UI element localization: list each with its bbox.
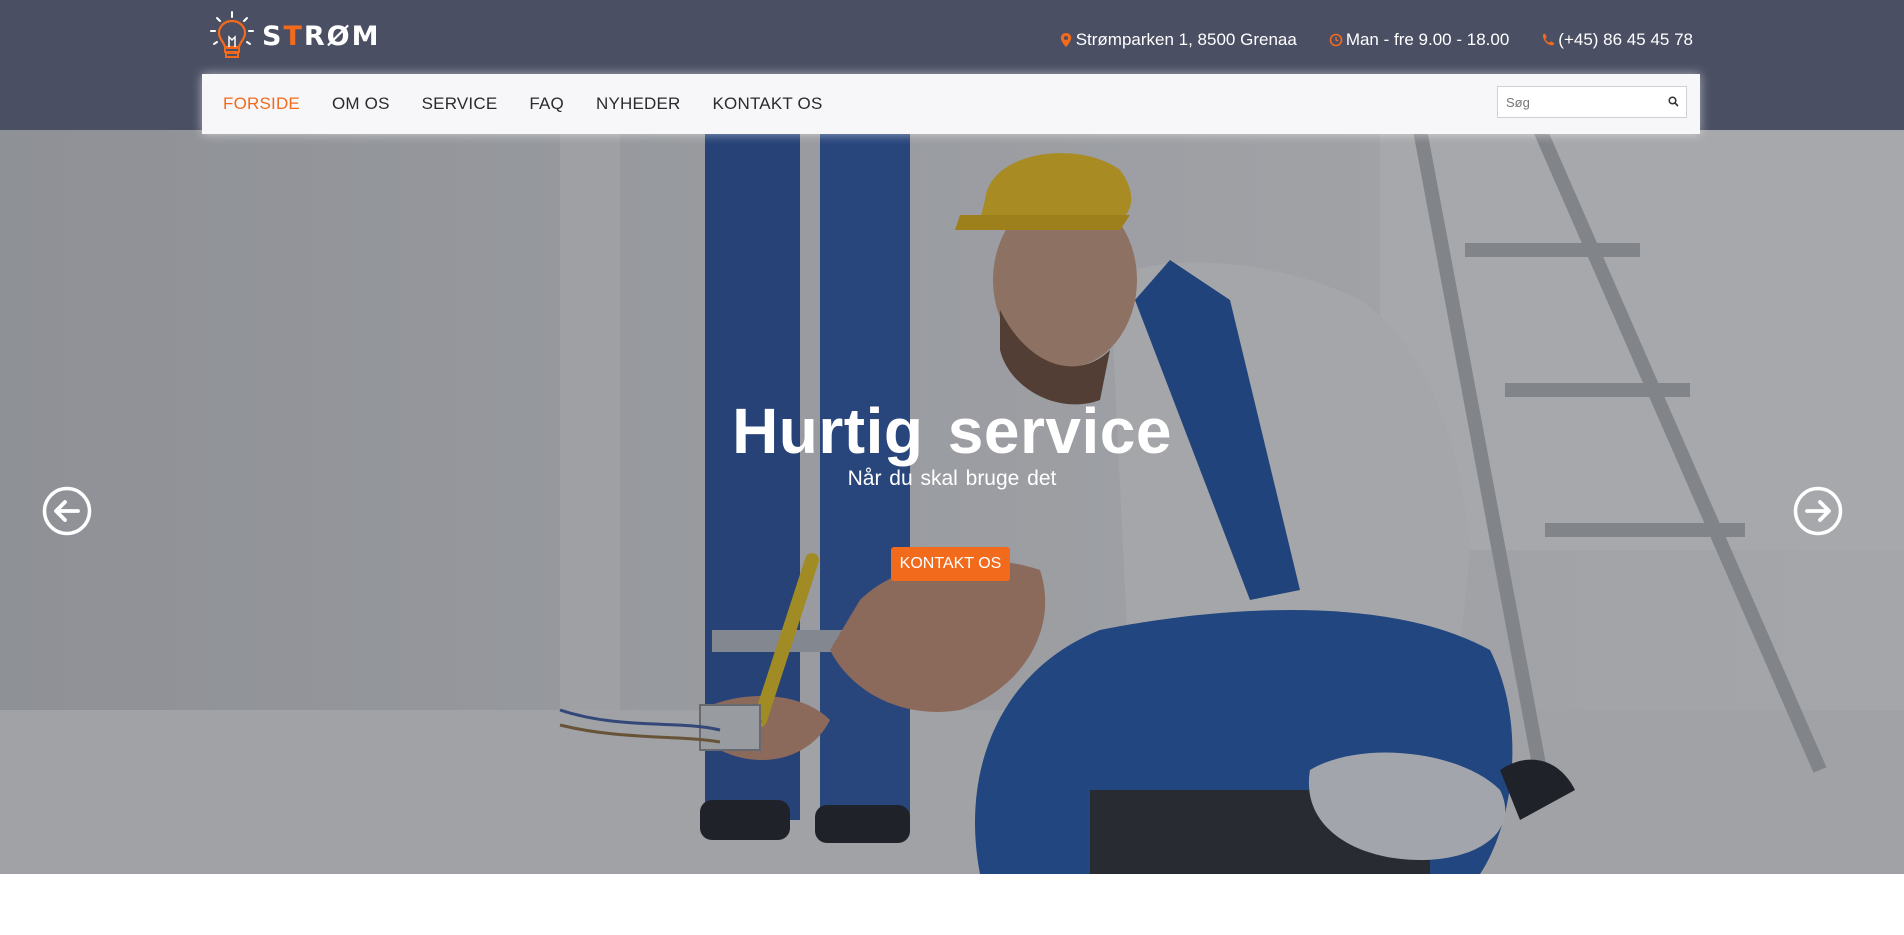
nav-item-nyheder[interactable]: NYHEDER xyxy=(596,94,681,114)
nav-item-service[interactable]: SERVICE xyxy=(422,94,498,114)
nav-menu: FORSIDE OM OS SERVICE FAQ NYHEDER KONTAKT OS xyxy=(223,94,855,114)
search-input[interactable] xyxy=(1498,87,1658,117)
address-item: Strømparken 1, 8500 Grenaa xyxy=(1059,30,1297,50)
contact-info: Strømparken 1, 8500 Grenaa Man - fre 9.0… xyxy=(1059,30,1693,50)
hero-subtitle: Når du skal bruge det xyxy=(847,467,1057,490)
hours-text: Man - fre 9.00 - 18.00 xyxy=(1345,30,1510,49)
phone-icon xyxy=(1543,33,1555,46)
map-pin-icon xyxy=(1060,33,1071,47)
hero-title: Hurtig service xyxy=(732,395,1172,467)
clock-icon xyxy=(1329,33,1343,47)
hero-overlay xyxy=(0,130,1904,874)
nav-item-kontakt-os[interactable]: KONTAKT OS xyxy=(713,94,823,114)
phone-item[interactable]: (+45) 86 45 45 78 xyxy=(1541,30,1693,50)
address-text: Strømparken 1, 8500 Grenaa xyxy=(1075,30,1297,49)
search-box xyxy=(1497,86,1687,118)
phone-text: (+45) 86 45 45 78 xyxy=(1558,30,1693,49)
hero-slider: Hurtig service Når du skal bruge det KON… xyxy=(0,130,1904,874)
lightbulb-icon xyxy=(210,11,254,58)
search-icon[interactable] xyxy=(1668,96,1679,107)
arrow-right-icon[interactable] xyxy=(1793,486,1843,536)
nav-item-forside[interactable]: FORSIDE xyxy=(223,94,300,114)
contact-button[interactable]: KONTAKT OS xyxy=(891,547,1010,581)
logo[interactable]: STRØM xyxy=(208,10,381,62)
logo-text: STRØM xyxy=(262,20,381,52)
main-navigation: FORSIDE OM OS SERVICE FAQ NYHEDER KONTAKT OS xyxy=(202,74,1700,134)
nav-item-om-os[interactable]: OM OS xyxy=(332,94,390,114)
hours-item: Man - fre 9.00 - 18.00 xyxy=(1329,30,1509,50)
nav-item-faq[interactable]: FAQ xyxy=(529,94,564,114)
arrow-left-icon[interactable] xyxy=(42,486,92,536)
